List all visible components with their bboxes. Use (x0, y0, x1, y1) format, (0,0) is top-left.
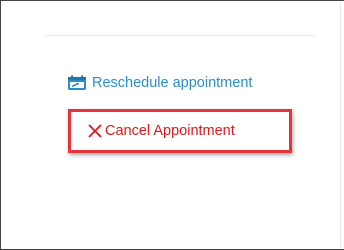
section-divider (45, 35, 315, 36)
window-frame: Reschedule appointment Cancel Appointmen… (0, 0, 344, 250)
cancel-appointment-button[interactable]: Cancel Appointment (88, 121, 235, 141)
cancel-appointment-label: Cancel Appointment (105, 123, 235, 139)
reschedule-appointment-label: Reschedule appointment (92, 75, 253, 91)
calendar-reschedule-icon (67, 75, 87, 91)
reschedule-appointment-link[interactable]: Reschedule appointment (67, 73, 252, 93)
close-icon (88, 124, 102, 138)
